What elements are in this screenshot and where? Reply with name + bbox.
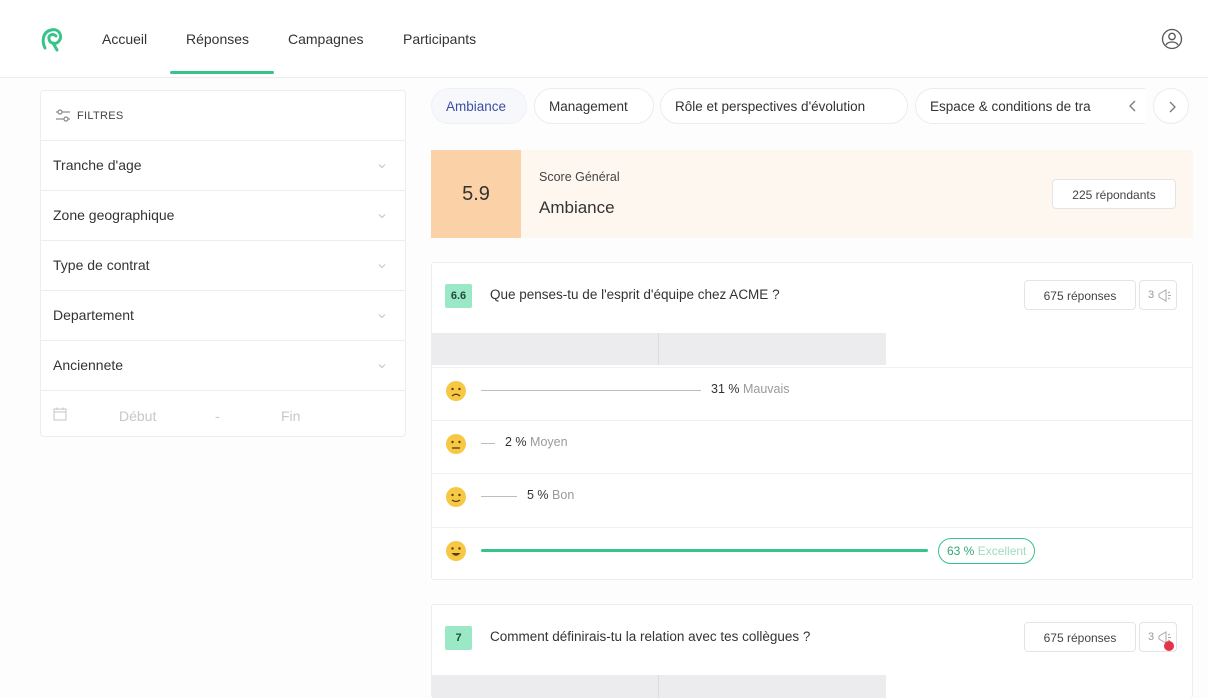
filter-label: Departement	[53, 307, 134, 323]
option-percent: 31 %	[711, 382, 740, 396]
nav-participants[interactable]: Participants	[403, 31, 476, 47]
chevron-down-icon	[378, 364, 386, 369]
option-percent: 2 %	[505, 435, 527, 449]
score-box: 5.9	[431, 150, 521, 238]
neutral-face-icon	[446, 434, 466, 454]
nav-accueil[interactable]: Accueil	[102, 31, 147, 47]
option-name: Mauvais	[742, 382, 790, 396]
category-tabs: Ambiance Management Rôle et perspectives…	[431, 88, 1193, 126]
option-row-moyen: 2 % Moyen	[432, 420, 1192, 466]
score-category-title: Ambiance	[539, 198, 615, 217]
top-navigation: Accueil Réponses Campagnes Participants	[0, 0, 1208, 78]
notification-badge	[1164, 641, 1174, 651]
responses-button[interactable]: 675 réponses	[1024, 622, 1136, 652]
chart-placeholder-bar	[432, 675, 886, 698]
date-range-picker[interactable]: Début - Fin	[41, 391, 405, 439]
tab-management[interactable]: Management	[534, 88, 654, 124]
filter-label: Zone geographique	[53, 207, 175, 223]
chevron-down-icon	[378, 264, 386, 269]
option-bar	[481, 390, 701, 391]
responses-button[interactable]: 675 réponses	[1024, 280, 1136, 310]
tab-ambiance[interactable]: Ambiance	[431, 88, 527, 124]
option-label: 5 % Bon	[527, 488, 574, 502]
question-card: 6.6 Que penses-tu de l'esprit d'équipe c…	[431, 262, 1193, 580]
comments-button[interactable]: 3	[1139, 280, 1177, 310]
chevron-down-icon	[378, 214, 386, 219]
option-row-excellent: 63 % Excellent	[432, 527, 1192, 573]
nav-reponses[interactable]: Réponses	[186, 31, 249, 47]
filter-tranche-age[interactable]: Tranche d'age	[41, 141, 405, 191]
tab-prev-button[interactable]	[1115, 88, 1151, 124]
date-start-input[interactable]: Début	[119, 408, 156, 424]
option-percent: 63 %	[947, 544, 975, 558]
chevron-down-icon	[378, 314, 386, 319]
filter-departement[interactable]: Departement	[41, 291, 405, 341]
chevron-left-icon	[1129, 100, 1136, 112]
option-name: Bon	[552, 488, 575, 502]
comments-count: 3	[1148, 631, 1155, 643]
nav-campagnes[interactable]: Campagnes	[288, 31, 364, 47]
filters-title: FILTRES	[77, 110, 124, 122]
option-label: 31 % Mauvais	[711, 382, 790, 396]
option-bar-best	[481, 549, 928, 552]
calendar-icon	[53, 407, 67, 421]
active-nav-indicator	[170, 71, 274, 74]
question-card: 7 Comment définirais-tu la relation avec…	[431, 604, 1193, 698]
tab-espace-conditions[interactable]: Espace & conditions de tra	[915, 88, 1145, 124]
option-row-mauvais: 31 % Mauvais	[432, 367, 1192, 413]
question-text: Que penses-tu de l'esprit d'équipe chez …	[490, 287, 780, 302]
filter-type-contrat[interactable]: Type de contrat	[41, 241, 405, 291]
smile-face-icon	[446, 487, 466, 507]
option-bar	[481, 496, 517, 497]
option-bar	[481, 443, 495, 444]
chart-placeholder-divider	[658, 333, 659, 365]
respondents-badge[interactable]: 225 répondants	[1052, 179, 1176, 209]
comments-count: 3	[1148, 289, 1155, 301]
filter-zone-geographique[interactable]: Zone geographique	[41, 191, 405, 241]
sliders-icon	[56, 109, 70, 122]
score-label: Score Général	[539, 170, 620, 184]
filters-panel: FILTRES Tranche d'age Zone geographique …	[40, 90, 406, 437]
option-row-bon: 5 % Bon	[432, 473, 1192, 519]
option-name: Moyen	[530, 435, 568, 449]
option-name: Excellent	[977, 544, 1027, 558]
general-score-card: 5.9 Score Général Ambiance 225 répondant…	[431, 150, 1193, 238]
chart-placeholder-bar	[432, 333, 886, 365]
question-header: 6.6 Que penses-tu de l'esprit d'équipe c…	[432, 263, 1192, 329]
chevron-right-icon	[1169, 101, 1176, 113]
grin-face-icon	[446, 541, 466, 561]
option-label-best: 63 % Excellent	[938, 538, 1036, 564]
user-account-icon[interactable]	[1161, 28, 1183, 50]
filter-anciennete[interactable]: Anciennete	[41, 341, 405, 391]
filter-label: Anciennete	[53, 357, 124, 373]
general-score-value: 5.9	[462, 183, 490, 205]
tab-next-button[interactable]	[1153, 88, 1189, 124]
option-percent: 5 %	[527, 488, 549, 502]
date-end-input[interactable]: Fin	[281, 408, 300, 424]
question-score: 7	[445, 626, 472, 650]
question-score: 6.6	[445, 284, 472, 308]
filter-label: Type de contrat	[53, 257, 150, 273]
option-label: 2 % Moyen	[505, 435, 568, 449]
filter-label: Tranche d'age	[53, 157, 142, 173]
comments-button[interactable]: 3	[1139, 622, 1177, 652]
logo-icon[interactable]	[40, 26, 64, 52]
filters-header: FILTRES	[41, 91, 405, 141]
megaphone-icon	[1158, 289, 1171, 302]
chevron-down-icon	[378, 164, 386, 169]
date-separator: -	[215, 408, 220, 424]
question-text: Comment définirais-tu la relation avec t…	[490, 629, 811, 644]
tab-role-perspectives[interactable]: Rôle et perspectives d'évolution	[660, 88, 908, 124]
question-header: 7 Comment définirais-tu la relation avec…	[432, 605, 1192, 671]
chart-placeholder-divider	[658, 675, 659, 698]
sad-face-icon	[446, 381, 466, 401]
